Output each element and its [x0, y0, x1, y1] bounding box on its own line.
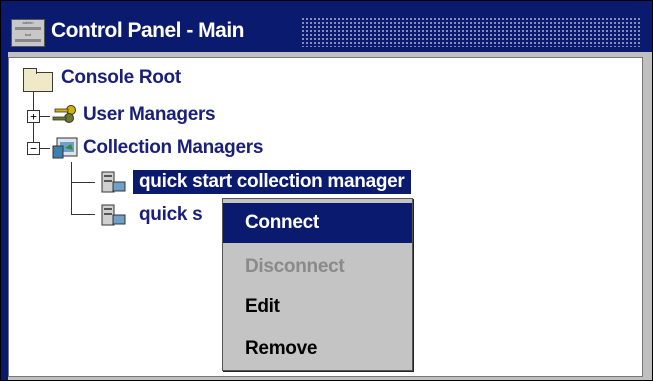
tree-connector [71, 214, 95, 215]
tree-connector [71, 162, 72, 214]
context-menu: Connect Disconnect Edit Remove [222, 198, 413, 371]
server-icon[interactable] [99, 203, 127, 227]
app-icon[interactable]: admin tool [11, 19, 45, 47]
tree-connector [40, 148, 50, 149]
tree-node-quick-start-collection-manager[interactable]: quick start collection manager [133, 170, 411, 194]
tree-connector [71, 182, 95, 183]
folder-icon[interactable] [23, 68, 53, 92]
tree-connector [40, 116, 50, 117]
server-icon[interactable] [99, 170, 127, 194]
keys-icon[interactable] [51, 104, 79, 124]
tree-node-quick-s[interactable]: quick s [139, 204, 203, 226]
window-title: Control Panel - Main [51, 19, 245, 42]
tree-node-collection-managers[interactable]: Collection Managers [83, 137, 263, 159]
window-left-border [1, 52, 8, 380]
menu-item-connect[interactable]: Connect [223, 203, 412, 243]
menu-item-disconnect: Disconnect [245, 256, 345, 277]
collection-icon[interactable] [51, 136, 79, 160]
expand-plus-icon[interactable]: + [27, 110, 40, 123]
title-bar-pattern [301, 17, 640, 47]
title-bar[interactable]: admin tool Control Panel - Main [1, 1, 652, 52]
tree-node-user-managers[interactable]: User Managers [83, 104, 216, 126]
collapse-minus-icon[interactable]: − [27, 142, 40, 155]
menu-item-edit[interactable]: Edit [223, 287, 412, 327]
menu-item-remove[interactable]: Remove [223, 329, 412, 369]
tree-node-console-root[interactable]: Console Root [61, 67, 181, 89]
control-panel-window: admin tool Control Panel - Main Console … [0, 0, 653, 381]
